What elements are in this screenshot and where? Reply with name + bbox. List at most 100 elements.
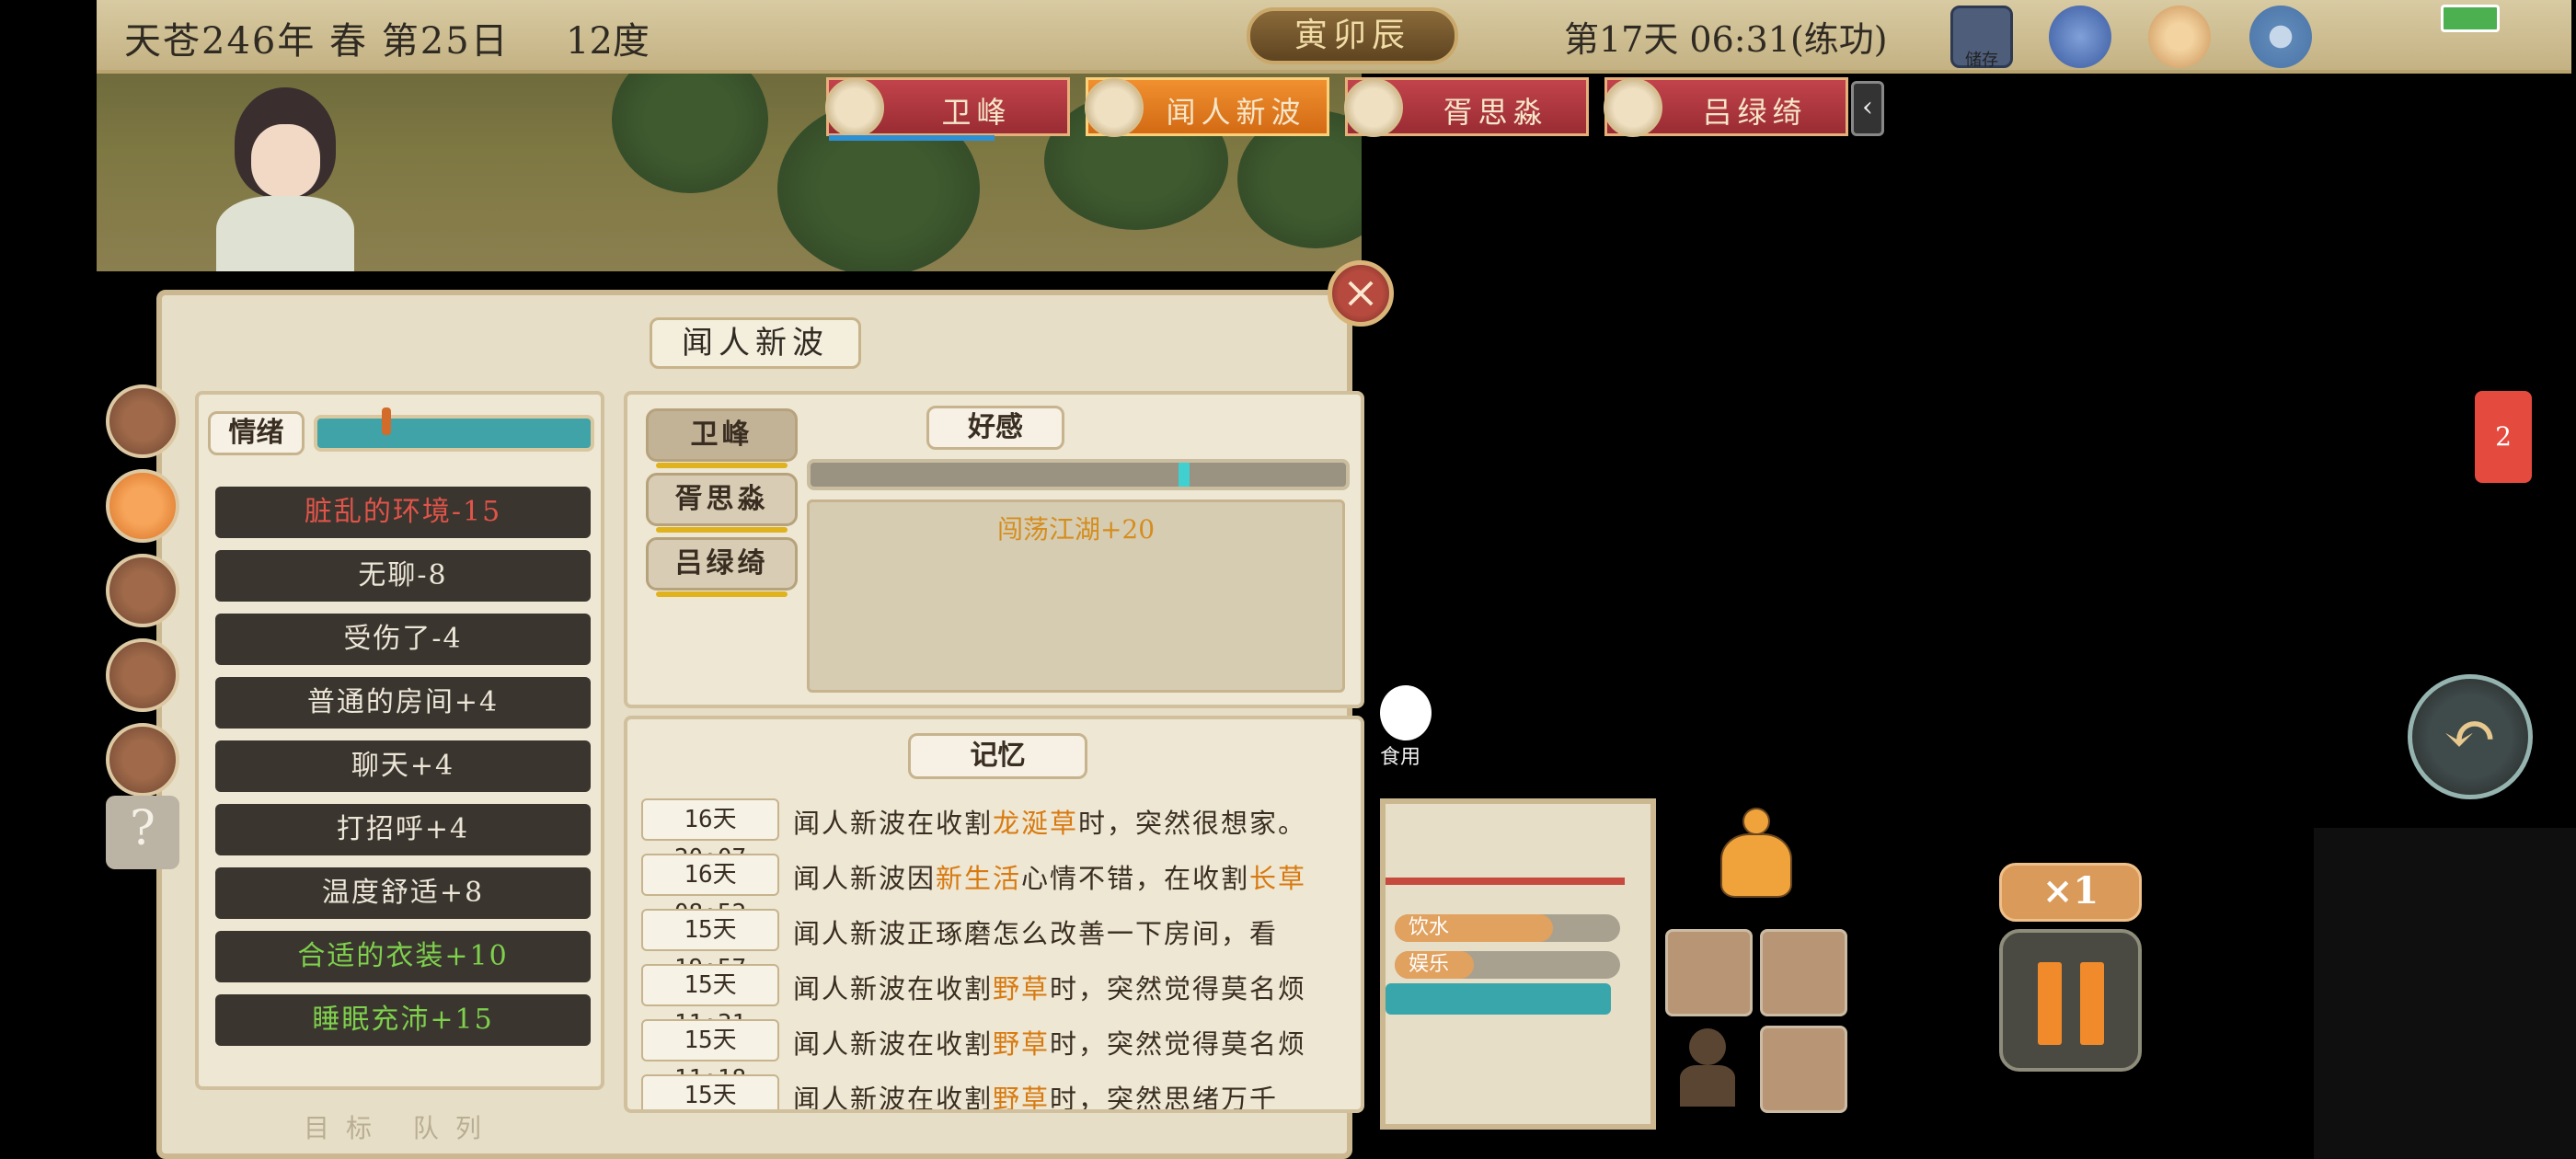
favor-detail: 闯荡江湖+20 [807, 499, 1345, 693]
mood-item: 普通的房间+4 [215, 677, 591, 729]
shichen-indicator[interactable]: 寅卯辰 [1247, 7, 1458, 64]
game-date: 天苍246年 春 第25日 [124, 20, 510, 63]
memory-time: 16天 20:07 [641, 798, 779, 872]
character-tab-active[interactable]: 闻人新波 [1085, 77, 1329, 137]
memory-text: 闻人新波在收割野草时，突然觉得莫名烦 [793, 973, 1307, 1004]
memory-row: 16天 08:52 闻人新波因新生活心情不错，在收割长草 [641, 850, 1359, 927]
tree [612, 74, 768, 193]
empty-region [2314, 828, 2576, 1159]
save-label: 储存 [1965, 51, 1998, 70]
stat-bar: 饮水 [1395, 914, 1620, 942]
favor-bar [807, 459, 1350, 490]
character-tab-name: 吕绿绮 [1702, 95, 1808, 130]
mood-item: 无聊-8 [215, 550, 591, 602]
memory-text: 闻人新波在收割野草时，突然思绪万千 [793, 1084, 1279, 1113]
character-tab[interactable]: 胥思淼 [1344, 77, 1589, 137]
move-action-button[interactable] [1760, 929, 1847, 1016]
mood-item: 打招呼+4 [215, 804, 591, 855]
favor-title: 好感 [926, 406, 1064, 450]
help-icon[interactable]: ? [106, 796, 179, 869]
close-button[interactable]: × [1328, 260, 1394, 327]
food-icon[interactable]: 食用 [1380, 685, 1437, 769]
relation-tab[interactable]: 胥思淼 [646, 473, 798, 533]
relation-name: 卫峰 [690, 419, 753, 451]
memory-text: 闻人新波在收割野草时，突然觉得莫名烦 [793, 1028, 1307, 1060]
fight-icon[interactable] [1674, 1028, 1743, 1111]
stat-bar: 娱乐 [1395, 951, 1620, 979]
battery-icon [2441, 5, 2500, 32]
memory-time: 15天 11:31 [641, 964, 779, 1038]
avatar [1085, 78, 1144, 137]
panel-title: 闻人新波 [650, 317, 861, 369]
mood-item: 受伤了-4 [215, 614, 591, 665]
character-tab[interactable]: 吕绿绮 [1604, 77, 1848, 137]
memory-row: 15天 11:18 闻人新波在收割野草时，突然觉得莫名烦 [641, 1016, 1359, 1093]
avatar [825, 78, 884, 137]
status-bar: 天苍246年 春 第25日 12度 寅卯辰 第17天 06:31(练功) 储存 [97, 0, 2571, 74]
mood-panel: 情绪 脏乱的环境-15 无聊-8 受伤了-4 普通的房间+4 聊天+4 打招呼+… [195, 391, 604, 1090]
back-button[interactable]: ↶ [2408, 674, 2533, 799]
relation-name: 胥思淼 [674, 483, 769, 515]
mood-item: 聊天+4 [215, 740, 591, 792]
skill-icon[interactable] [106, 638, 179, 712]
mood-icon[interactable] [106, 469, 179, 543]
divider [1386, 878, 1625, 885]
mood-bar [314, 407, 594, 452]
mood-item: 合适的衣装+10 [215, 931, 591, 982]
relationship-panel: 卫峰 胥思淼 吕绿绮 好感 闯荡江湖+20 [624, 391, 1364, 708]
food-label: 食用 [1380, 746, 1421, 769]
character-tab-name: 闻人新波 [1166, 95, 1306, 130]
relation-tab[interactable]: 卫峰 [646, 408, 798, 468]
target-icon[interactable] [2049, 6, 2111, 68]
memory-row: 16天 20:07 闻人新波在收割龙涎草时，突然很想家。 [641, 795, 1359, 872]
relation-name: 吕绿绮 [674, 547, 769, 580]
memory-text: 闻人新波因新生活心情不错，在收割长草 [793, 863, 1307, 894]
build-action-button[interactable] [1665, 929, 1753, 1016]
memory-time: 16天 08:52 [641, 854, 779, 927]
health-bar [829, 135, 995, 141]
mood-item: 温度舒适+8 [215, 867, 591, 919]
favor-marker [1179, 463, 1190, 487]
mood-label: 情绪 [208, 411, 305, 455]
memory-row: 15天 19:57 闻人新波正琢磨怎么改善一下房间，看 [641, 905, 1359, 982]
palette-icon[interactable] [2148, 6, 2211, 68]
save-icon[interactable]: 储存 [1950, 6, 2013, 70]
avatar [1344, 78, 1403, 137]
queue-tabs-label[interactable]: 目标 队列 [304, 1108, 498, 1145]
memory-row: 15天 11:31 闻人新波在收割野草时，突然觉得莫名烦 [641, 960, 1359, 1038]
mood-item: 脏乱的环境-15 [215, 487, 591, 538]
character-portrait [198, 87, 373, 271]
speed-button[interactable]: ×1 [1999, 863, 2142, 922]
memory-text: 闻人新波在收割龙涎草时，突然很想家。 [793, 808, 1307, 839]
profile-icon[interactable] [106, 384, 179, 458]
day-time: 第17天 06:31(练功) [1564, 19, 1888, 60]
character-tab[interactable]: 卫峰 [825, 77, 1070, 141]
memory-panel: 记忆 16天 20:07 闻人新波在收割龙涎草时，突然很想家。 16天 08:5… [624, 716, 1364, 1113]
notification-badge[interactable]: 2 [2475, 391, 2532, 483]
memory-time: 15天 11:18 [641, 1019, 779, 1093]
collapse-tabs-button[interactable]: ‹ [1851, 81, 1884, 136]
memory-time: 15天 11:06 [641, 1074, 779, 1109]
heart-icon[interactable] [106, 554, 179, 627]
meditate-icon[interactable] [1711, 808, 1799, 904]
character-tab-name: 胥思淼 [1443, 95, 1548, 130]
memory-title: 记忆 [908, 733, 1087, 779]
energy-bar [1386, 983, 1611, 1015]
stop-action-button[interactable] [1760, 1026, 1847, 1113]
memory-row: 15天 11:06 闻人新波在收割野草时，突然思绪万千 [641, 1071, 1359, 1113]
gear-icon[interactable] [2249, 6, 2312, 68]
character-info-panel: 饮水 娱乐 [1380, 798, 1656, 1130]
equipment-icon[interactable] [106, 723, 179, 797]
memory-text: 闻人新波正琢磨怎么改善一下房间，看 [793, 918, 1279, 949]
pause-button[interactable] [1999, 929, 2142, 1072]
character-tab-name: 卫峰 [941, 95, 1012, 130]
stat-label: 娱乐 [1409, 953, 1450, 976]
relation-tab[interactable]: 吕绿绮 [646, 537, 798, 597]
stat-label: 饮水 [1409, 916, 1450, 939]
mood-item: 睡眠充沛+15 [215, 994, 591, 1046]
memory-time: 15天 19:57 [641, 909, 779, 982]
avatar [1604, 78, 1662, 137]
favor-detail-line: 闯荡江湖+20 [996, 514, 1156, 545]
mood-marker [382, 407, 391, 435]
temperature: 12度 [566, 20, 650, 63]
